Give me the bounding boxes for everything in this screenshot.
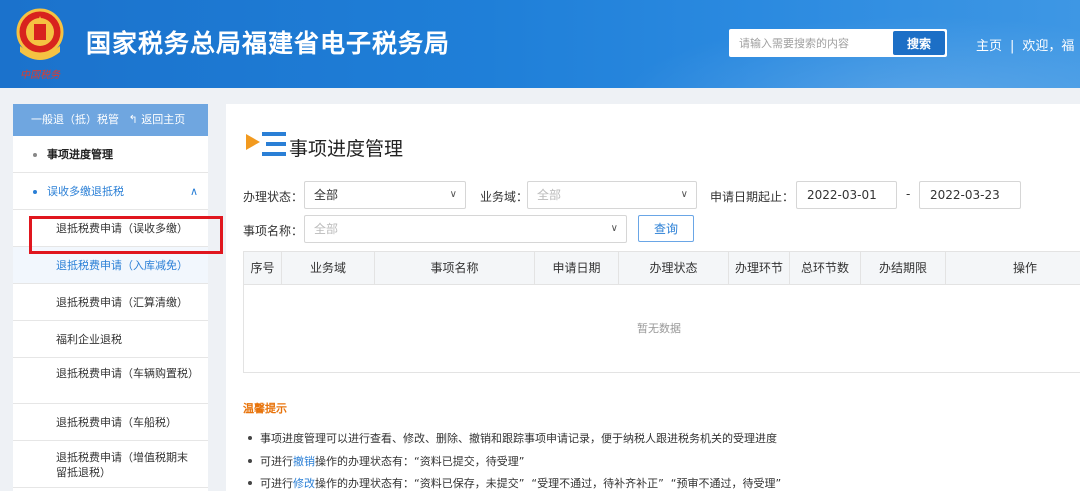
status-select-value: 全部: [314, 188, 339, 202]
sidebar: 一般退（抵）税管 ↰ 返回主页 事项进度管理 误收多缴退抵税 ∧ 退抵税费申请（…: [13, 104, 208, 491]
column-header: 办结期限: [861, 252, 946, 285]
back-home-label: 返回主页: [141, 113, 186, 126]
column-header: 办理环节: [729, 252, 790, 285]
top-nav: 主页 | 欢迎，福: [976, 35, 1074, 54]
status-select[interactable]: 全部 ∨: [304, 181, 466, 209]
highlight-annotation-box: [29, 216, 223, 254]
tip-text: 可进行: [260, 477, 293, 490]
tip-text: 操作的办理状态有：“资料已提交，待受理”: [315, 455, 525, 468]
bullet-icon: [248, 481, 252, 485]
bullet-icon: [33, 153, 37, 157]
sidebar-head-label: 一般退（抵）税管: [31, 113, 119, 126]
sidebar-item-label: 事项进度管理: [47, 148, 113, 161]
sidebar-header: 一般退（抵）税管 ↰ 返回主页: [13, 104, 208, 136]
tips-title: 温馨提示: [243, 402, 287, 415]
nav-separator: |: [1010, 39, 1015, 54]
sidebar-item-label: 退抵税费申请（车船税）: [56, 416, 177, 429]
emblem-caption: 中国税务: [20, 69, 61, 81]
site-title: 国家税务总局福建省电子税务局: [86, 29, 451, 58]
progress-table: 序号 业务域 事项名称 申请日期 办理状态 办理环节 总环节数 办结期限 操作 …: [243, 251, 1080, 373]
site-header: 中国税务 国家税务总局福建省电子税务局 搜索 主页 | 欢迎，福: [0, 0, 1080, 88]
chevron-up-icon: ∧: [189, 185, 198, 198]
sidebar-item-label: 误收多缴退抵税: [47, 185, 124, 198]
date-end-input[interactable]: 2022-03-23: [919, 181, 1021, 209]
column-header: 总环节数: [790, 252, 861, 285]
sidebar-item-refund-vehicle-vessel[interactable]: 退抵税费申请（车船税）: [13, 404, 208, 441]
sidebar-item-label: 退抵税费申请（增值税期末留抵退税）: [56, 451, 188, 479]
chevron-down-icon: ∨: [680, 189, 688, 200]
sidebar-item-refund-vat-credit[interactable]: 退抵税费申请（增值税期末留抵退税）: [13, 441, 208, 488]
back-arrow-icon: ↰: [128, 113, 138, 126]
domain-label: 业务域：: [480, 190, 529, 204]
tip-line-2: 可进行撤销操作的办理状态有：“资料已提交，待受理”: [248, 453, 524, 469]
sidebar-item-refund-vehicle-purchase[interactable]: 退抵税费申请（车辆购置税）: [13, 358, 208, 404]
modify-link[interactable]: 修改: [293, 477, 315, 490]
revoke-link[interactable]: 撤销: [293, 455, 315, 468]
page-title: 事项进度管理: [289, 138, 404, 160]
sidebar-item-label: 退抵税费申请（汇算清缴）: [56, 296, 188, 309]
tip-line-1: 事项进度管理可以进行查看、修改、删除、撤销和跟踪事项申请记录，便于纳税人跟进税务…: [248, 430, 777, 446]
sidebar-item-label: 退抵税费申请（车辆购置税）: [56, 367, 199, 380]
empty-state: 暂无数据: [637, 322, 681, 335]
bullet-icon: [248, 459, 252, 463]
tax-emblem-icon: 中国税务: [16, 8, 64, 81]
search-button[interactable]: 搜索: [893, 31, 945, 55]
item-name-select[interactable]: 全部 ∨: [304, 215, 627, 243]
back-home-link[interactable]: ↰ 返回主页: [129, 113, 186, 126]
query-button[interactable]: 查询: [638, 215, 694, 242]
list-play-icon: [246, 132, 286, 156]
column-header: 办理状态: [619, 252, 729, 285]
domain-select-placeholder: 全部: [537, 188, 562, 202]
bullet-icon: [33, 190, 37, 194]
column-header: 事项名称: [375, 252, 535, 285]
date-start-input[interactable]: 2022-03-01: [796, 181, 897, 209]
search-box: 搜索: [729, 29, 947, 57]
item-name-placeholder: 全部: [314, 222, 339, 236]
column-header: 序号: [244, 252, 282, 285]
sidebar-item-progress[interactable]: 事项进度管理: [13, 136, 208, 173]
tip-text: 操作的办理状态有：“资料已保存，未提交” “受理不通过，待补齐补正” “预审不通…: [315, 477, 782, 490]
sidebar-item-label: 福利企业退税: [56, 333, 122, 346]
item-name-label: 事项名称：: [243, 224, 304, 238]
nav-welcome: 欢迎，福: [1022, 39, 1075, 54]
sidebar-item-welfare-refund[interactable]: 福利企业退税: [13, 321, 208, 358]
tip-text: 事项进度管理可以进行查看、修改、删除、撤销和跟踪事项申请记录，便于纳税人跟进税务…: [260, 432, 777, 445]
chevron-down-icon: ∨: [610, 223, 618, 234]
sidebar-item-label: 退抵税费申请（入库减免）: [56, 259, 188, 272]
sidebar-group-overpaid-refund[interactable]: 误收多缴退抵税 ∧: [13, 173, 208, 210]
column-header: 操作: [1012, 261, 1037, 275]
tip-line-3: 可进行修改操作的办理状态有：“资料已保存，未提交” “受理不通过，待补齐补正” …: [248, 475, 781, 491]
sidebar-item-refund-settlement[interactable]: 退抵税费申请（汇算清缴）: [13, 284, 208, 321]
date-range-separator: -: [906, 187, 911, 201]
nav-home-link[interactable]: 主页: [976, 39, 1002, 54]
main-panel: 事项进度管理 办理状态： 全部 ∨ 业务域： 全部 ∨ 申请日期起止： 2022…: [226, 104, 1080, 491]
domain-select[interactable]: 全部 ∨: [527, 181, 697, 209]
column-header: 业务域: [282, 252, 375, 285]
search-input[interactable]: [729, 29, 893, 57]
chevron-down-icon: ∨: [449, 189, 457, 200]
table-header: 序号 业务域 事项名称 申请日期 办理状态 办理环节 总环节数 办结期限 操作: [244, 252, 1080, 285]
tip-text: 可进行: [260, 455, 293, 468]
date-range-label: 申请日期起止：: [710, 190, 795, 204]
column-header: 申请日期: [535, 252, 619, 285]
status-label: 办理状态：: [243, 190, 304, 204]
bullet-icon: [248, 436, 252, 440]
